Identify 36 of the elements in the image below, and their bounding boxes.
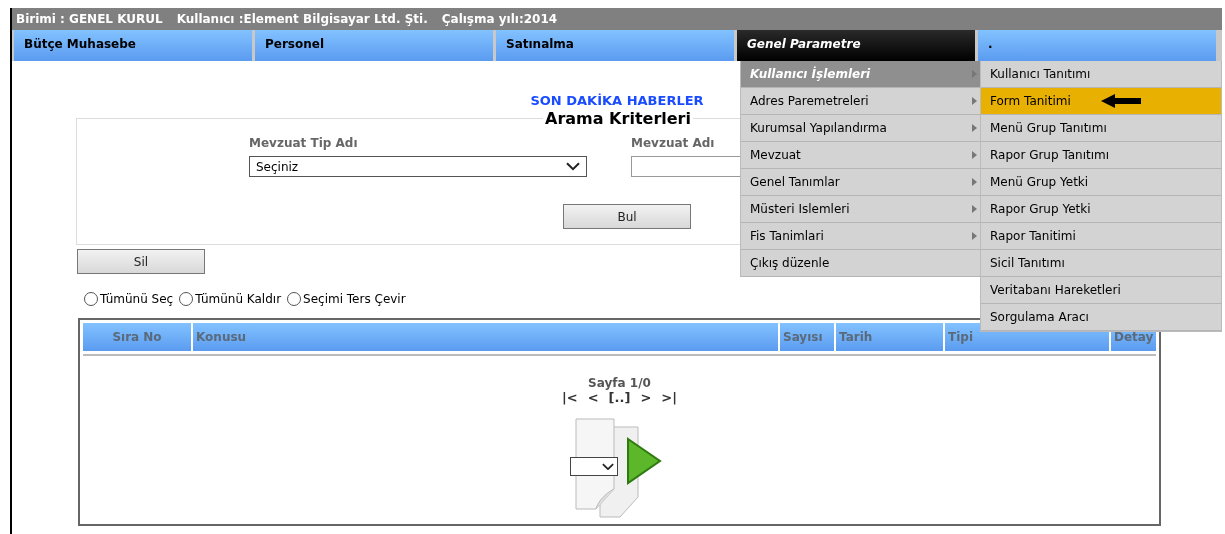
column-header: Sıra No: [83, 323, 191, 351]
column-header: Tarih: [836, 323, 943, 351]
page-size-select[interactable]: [569, 457, 618, 476]
search-button[interactable]: Bul: [563, 204, 691, 229]
submenu-item[interactable]: Form Tanitimi: [981, 88, 1221, 115]
nav-menu-item[interactable]: Genel Parametre: [737, 30, 975, 61]
radio-option[interactable]: Seçimi Ters Çevir: [287, 292, 406, 306]
pager-link[interactable]: |<: [562, 390, 578, 405]
nav-menu-item[interactable]: Bütçe Muhasebe: [14, 30, 252, 61]
radio-icon[interactable]: [179, 292, 194, 306]
search-legend: Arama Kriterleri: [543, 109, 693, 128]
nav-menu-item[interactable]: Personel: [255, 30, 493, 61]
column-header: Konusu: [193, 323, 778, 351]
pager-link[interactable]: >: [640, 390, 652, 405]
chevron-down-icon: [601, 462, 614, 471]
radio-icon[interactable]: [84, 292, 98, 306]
user-text: Kullanıcı :Element Bilgisayar Ltd. Şti.: [176, 12, 428, 26]
news-title[interactable]: SON DAKİKA HABERLER: [530, 93, 704, 108]
arrow-left-icon: [1100, 94, 1141, 108]
pager-link[interactable]: <: [587, 390, 599, 405]
pager-link[interactable]: [..]: [608, 390, 631, 405]
radio-icon[interactable]: [287, 292, 302, 306]
type-select[interactable]: Seçiniz: [249, 156, 587, 177]
nav-menu-item[interactable]: .: [978, 30, 1216, 61]
delete-button[interactable]: Sil: [77, 249, 205, 274]
column-header: Sayısı: [780, 323, 834, 351]
radio-option[interactable]: Tümünü Seç: [84, 292, 174, 306]
unit-text: Birimi : GENEL KURUL: [16, 12, 163, 26]
page-indicator: Sayfa 1/0: [588, 376, 651, 390]
chevron-down-icon: [566, 162, 580, 171]
nav-menu-item[interactable]: Satınalma: [496, 30, 734, 61]
pager-link[interactable]: >|: [661, 390, 677, 405]
radio-option[interactable]: Tümünü Kaldır: [179, 292, 282, 306]
year-text: Çalışma yılı:2014: [441, 12, 558, 26]
field-label: Mevzuat Adı: [631, 136, 716, 150]
field-label: Mevzuat Tip Adı: [249, 136, 359, 150]
